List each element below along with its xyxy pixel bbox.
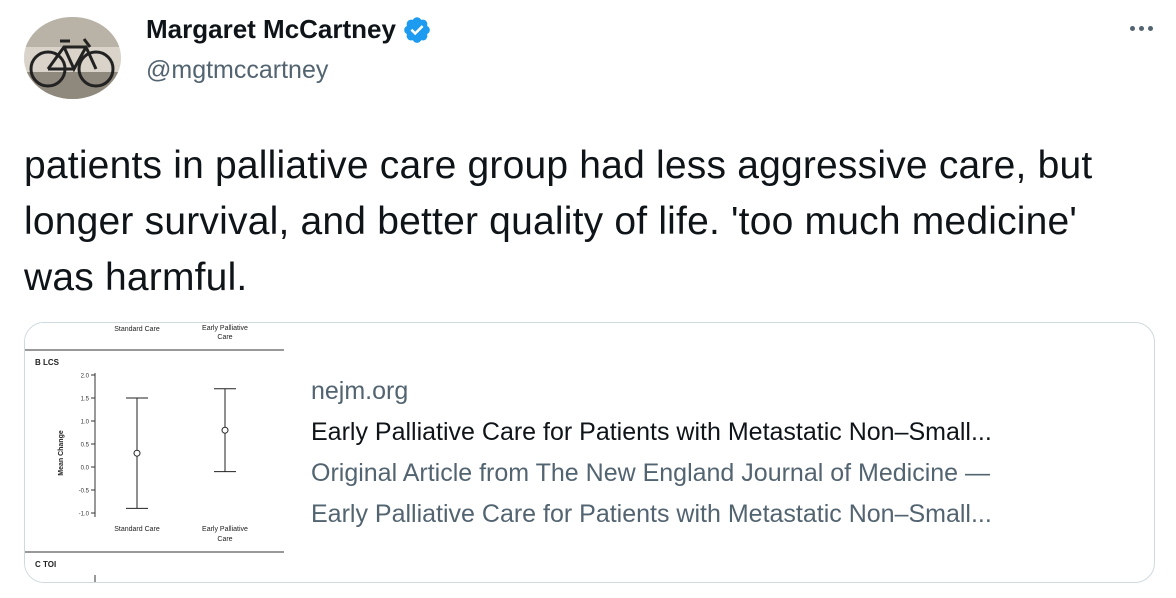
card-domain: nejm.org [311, 376, 409, 405]
author-handle[interactable]: @mgtmccartney [146, 56, 328, 85]
y-tick-label: -1.0 [79, 512, 90, 518]
bicycle-avatar-icon [24, 17, 121, 99]
dot-icon [1129, 25, 1135, 31]
panel-b-label: B LCS [35, 358, 60, 367]
y-tick-label: 1.0 [81, 420, 90, 426]
card-description-line-1: Original Article from The New England Jo… [311, 458, 991, 487]
tweet-text: patients in palliative care group had le… [24, 144, 1093, 299]
chart-thumbnail: Standard Care Early Palliative Care B LC… [25, 323, 284, 582]
card-description-line-2: Early Palliative Care for Patients with … [311, 499, 992, 528]
top-label-right-1: Early Palliative [202, 325, 248, 332]
dot-icon [1147, 25, 1153, 31]
panel-c-label: C TOI [35, 560, 56, 569]
y-axis-label: Mean Change [58, 430, 65, 476]
dot-icon [1138, 25, 1144, 31]
y-tick-label: 0.5 [81, 443, 90, 449]
x-label-right-1: Early Palliative [202, 526, 248, 533]
top-label-right-2: Care [217, 334, 232, 341]
card-thumbnail: Standard Care Early Palliative Care B LC… [25, 323, 284, 582]
mean-point [133, 449, 141, 457]
x-label-right-2: Care [217, 536, 232, 543]
more-options-button[interactable] [1126, 16, 1156, 40]
card-title[interactable]: Early Palliative Care for Patients with … [311, 411, 1131, 453]
x-label-left: Standard Care [114, 526, 160, 533]
mean-point [221, 426, 229, 434]
verified-badge-icon [404, 16, 430, 43]
y-tick-label: -0.5 [79, 489, 90, 495]
top-label-left: Standard Care [114, 326, 160, 333]
y-tick-label: 0.0 [81, 466, 90, 472]
avatar[interactable] [24, 17, 121, 99]
link-card[interactable]: Standard Care Early Palliative Care B LC… [24, 322, 1155, 583]
card-description: Original Article from The New England Jo… [311, 453, 1131, 535]
display-name[interactable]: Margaret McCartney [146, 14, 396, 45]
y-tick-label: 1.5 [81, 397, 90, 403]
y-tick-label: 2.0 [81, 374, 90, 380]
